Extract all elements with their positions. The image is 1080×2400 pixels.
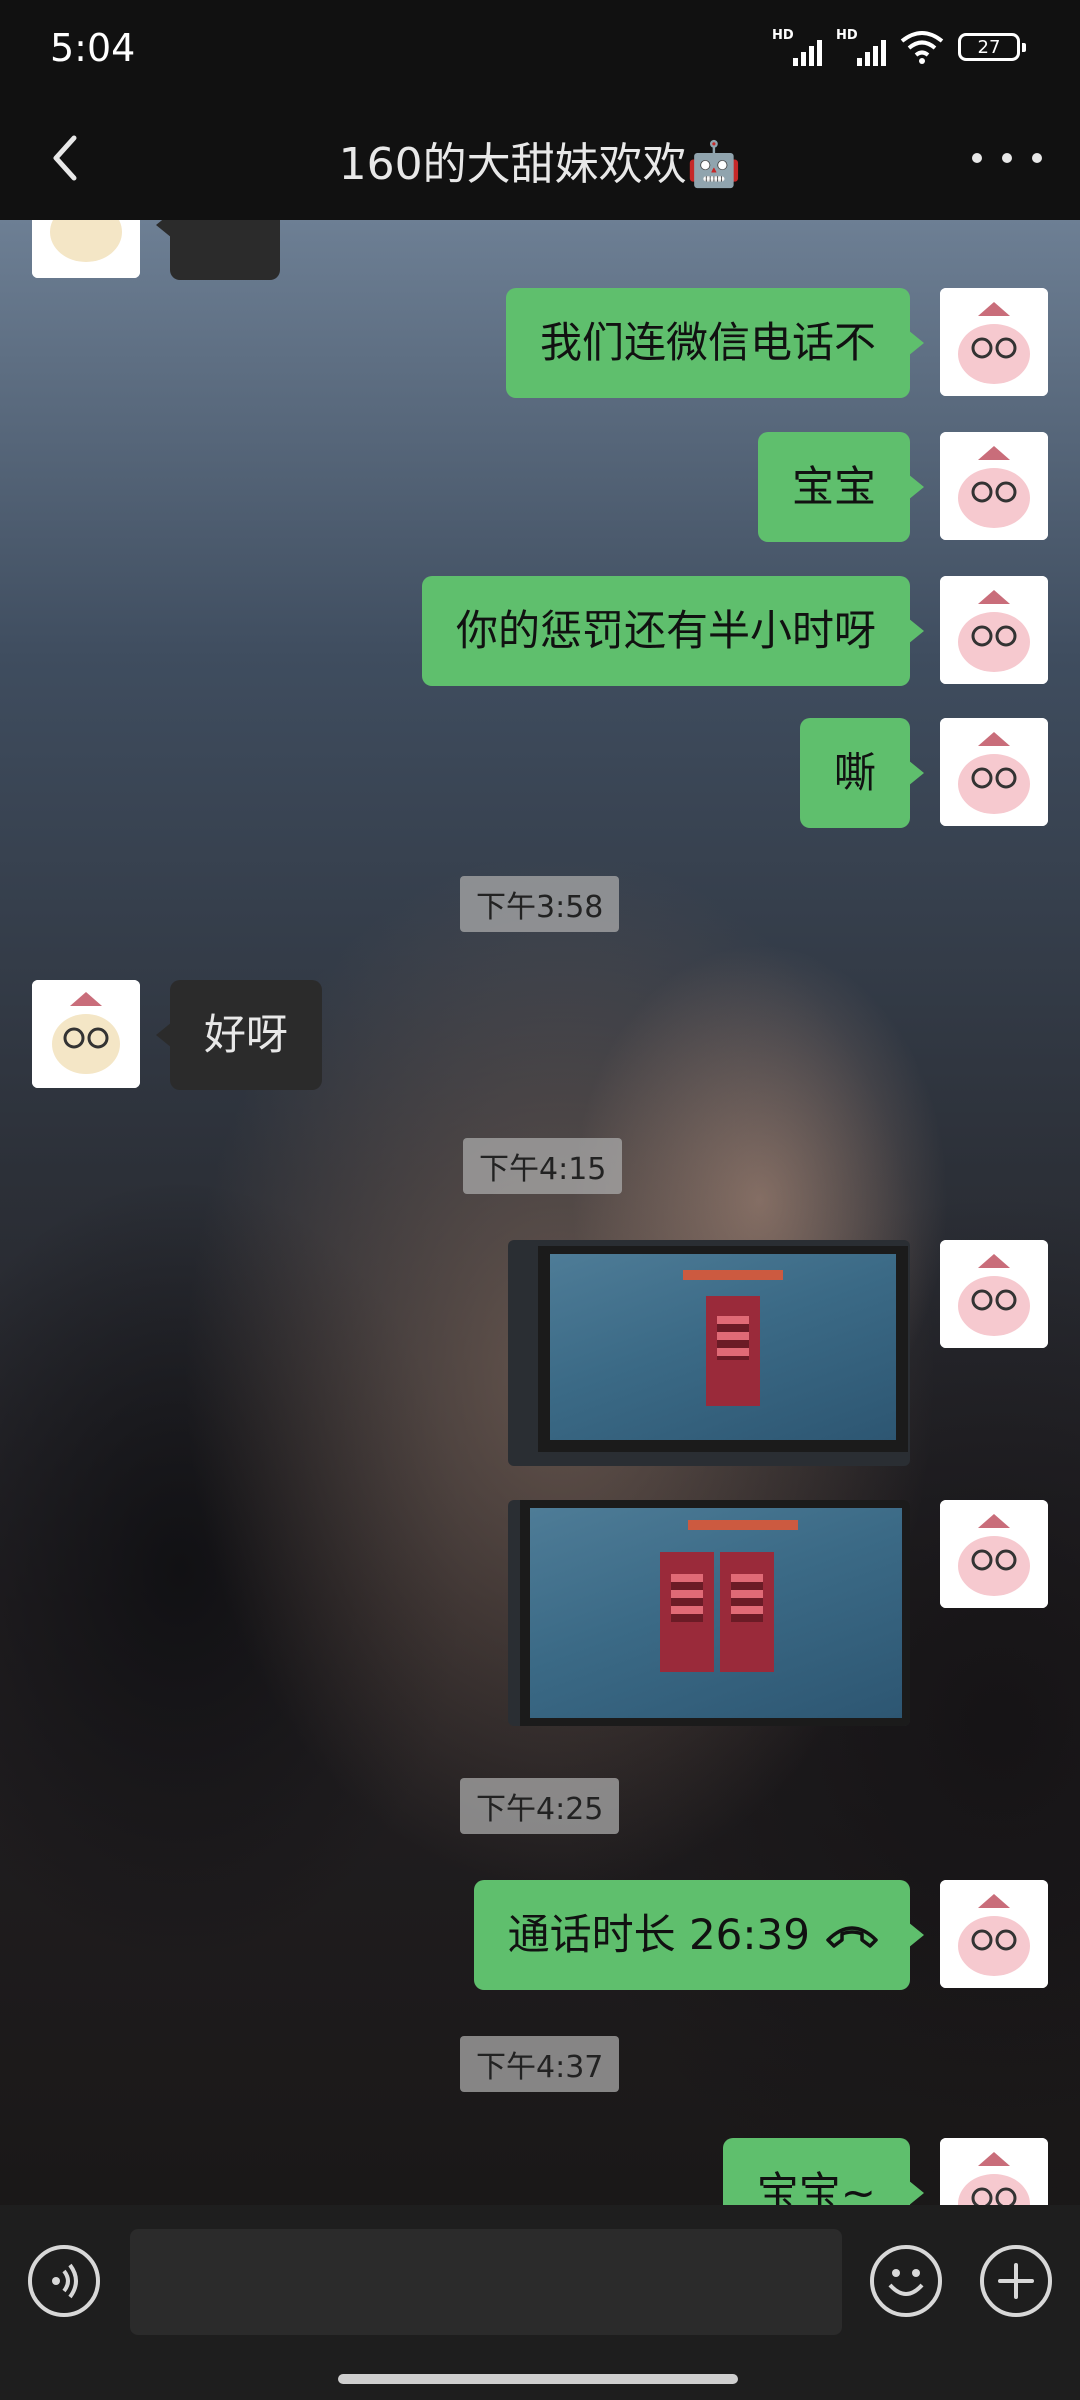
more-button[interactable] [972,128,1042,188]
message-bubble-outgoing[interactable]: 你的惩罚还有半小时呀 [421,576,925,686]
message-timestamp: 下午4:37 [460,2036,620,2092]
plus-button[interactable] [980,2245,1052,2317]
voice-icon [52,2263,78,2299]
status-icons: HD HD 27 [772,28,1026,66]
battery-level: 27 [977,36,1001,58]
message-timestamp: 下午4:15 [463,1138,623,1194]
more-dots-icon [972,153,982,163]
battery-icon: 27 [958,33,1026,61]
status-bar: 5:04 HD HD 27 [0,0,1080,100]
my-avatar[interactable] [940,1240,1048,1348]
pig-avatar-icon [940,432,1048,540]
pig-avatar-icon [940,2138,1048,2205]
emoji-icon [888,2269,924,2296]
my-avatar[interactable] [940,576,1048,684]
my-avatar[interactable] [940,1880,1048,1988]
pig-avatar-icon [940,1880,1048,1988]
image-message[interactable] [508,1240,910,1466]
message-bubble-outgoing[interactable]: 宝宝~ [722,2138,925,2205]
voice-button[interactable] [28,2245,100,2317]
message-input[interactable] [130,2229,842,2335]
chat-header: 160的大甜妹欢欢🤖 [0,100,1080,220]
call-duration-bubble[interactable]: 通话时长 26:39 [473,1880,925,1990]
my-avatar[interactable] [940,718,1048,826]
signal-hd-label: HD [772,28,794,43]
pig-avatar-icon [940,288,1048,396]
photo-screen [530,1508,902,1718]
photo-banner-top [688,1520,798,1530]
signal-icon: HD [836,28,886,66]
pig-avatar-icon [940,1500,1048,1608]
chat-area[interactable]: 我们连微信电话不 宝宝 你的惩罚还有半小时呀 嘶 下午3:58 好呀 下午4:1… [0,220,1080,2205]
signal-icon: HD [772,28,822,66]
message-timestamp: 下午4:25 [460,1778,620,1834]
call-duration-text: 通话时长 26:39 [507,1910,810,1959]
my-avatar[interactable] [940,2138,1048,2205]
signal-hd-label: HD [836,28,858,43]
photo-banner [720,1552,774,1672]
pig-avatar-icon [940,1240,1048,1348]
message-bubble-incoming[interactable]: 好呀 [155,980,323,1090]
message-bubble-outgoing[interactable]: 嘶 [799,718,925,828]
home-indicator[interactable] [338,2374,738,2384]
photo-banner [660,1552,714,1672]
sheep-avatar-icon [32,980,140,1088]
pig-avatar-icon [940,576,1048,684]
message-bubble-outgoing[interactable]: 我们连微信电话不 [505,288,925,398]
input-bar [0,2205,1080,2400]
image-message[interactable] [508,1500,910,1726]
my-avatar[interactable] [940,1500,1048,1608]
contact-avatar[interactable] [32,980,140,1088]
message-bubble-outgoing[interactable]: 宝宝 [757,432,925,542]
message-bubble-incoming[interactable] [156,220,280,280]
photo-banner-top [683,1270,783,1280]
chat-title: 160的大甜妹欢欢🤖 [338,139,742,190]
contact-avatar[interactable] [32,220,140,278]
sheep-avatar-icon [32,220,140,278]
photo-banner [706,1296,760,1406]
my-avatar[interactable] [940,288,1048,396]
my-avatar[interactable] [940,432,1048,540]
emoji-button[interactable] [870,2245,942,2317]
wifi-icon [900,31,944,64]
pig-avatar-icon [940,718,1048,826]
message-timestamp: 下午3:58 [460,876,620,932]
plus-icon [998,2263,1034,2299]
phone-hangup-icon [826,1926,878,1948]
status-time: 5:04 [50,26,136,70]
